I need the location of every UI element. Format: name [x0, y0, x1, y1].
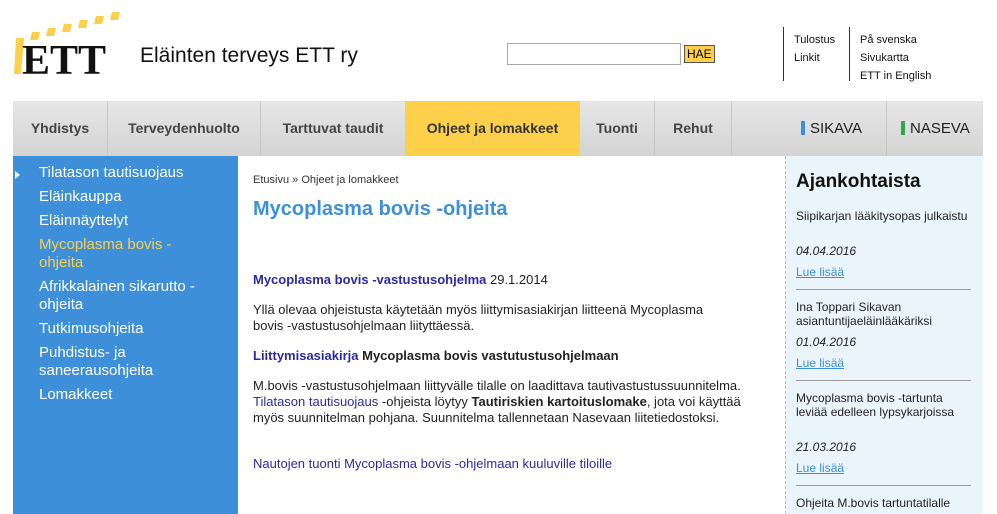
logo-text: ETT — [22, 38, 106, 78]
sidebar-item-tilatason-tautisuojaus[interactable]: Tilatason tautisuojaus — [39, 164, 229, 182]
breadcrumb-current[interactable]: Ohjeet ja lomakkeet — [301, 174, 398, 186]
agreement-text: Mycoplasma bovis vastutustusohjelmaan — [362, 348, 619, 363]
utility-links-right: På svenska Sivukartta ETT in English — [860, 31, 931, 85]
ett-logo[interactable]: ETT — [14, 12, 122, 84]
sidebar-item-tutkimusohjeita[interactable]: Tutkimusohjeita — [39, 320, 229, 338]
news-item-title[interactable]: Siipikarjan lääkitysopas julkaistu — [796, 209, 974, 223]
utility-links-left: Tulostus Linkit — [794, 31, 835, 67]
news-separator — [796, 485, 971, 486]
main-nav: Yhdistys Terveydenhuolto Tarttuvat taudi… — [13, 101, 983, 156]
nav-tarttuvat-taudit[interactable]: Tarttuvat taudit — [261, 101, 405, 156]
news-item-title[interactable]: Ina Toppari Sikavan asiantuntijaeläinlää… — [796, 300, 974, 328]
english-link[interactable]: ETT in English — [860, 67, 931, 85]
news-read-more-link[interactable]: Lue lisää — [796, 461, 844, 475]
naseva-label: NASEVA — [910, 120, 970, 137]
news-title: Ajankohtaista — [796, 171, 921, 192]
nav-tuonti[interactable]: Tuonti — [580, 101, 654, 156]
naseva-mark-icon — [901, 121, 905, 135]
current-section-arrow-icon — [15, 171, 20, 179]
breadcrumb-home[interactable]: Etusivu — [253, 174, 289, 186]
tilatason-tautisuojaus-link[interactable]: Tilatason tautisuojaus — [253, 394, 378, 409]
program-date: 29.1.2014 — [489, 272, 548, 287]
news-item-date: 21.03.2016 — [796, 440, 857, 454]
nav-ohjeet-ja-lomakkeet[interactable]: Ohjeet ja lomakkeet — [405, 101, 580, 156]
sidebar-item-lomakkeet[interactable]: Lomakkeet — [39, 386, 229, 404]
cattle-import-link[interactable]: Nautojen tuonti Mycoplasma bovis -ohjelm… — [253, 456, 612, 472]
intro-paragraph: Yllä olevaa ohjeistusta käytetään myös l… — [253, 302, 704, 333]
nav-terveydenhuolto[interactable]: Terveydenhuolto — [108, 101, 260, 156]
program-line: Mycoplasma bovis -vastustusohjelma 29.1.… — [253, 272, 548, 288]
plan-text-middle: -ohjeista löytyy — [381, 394, 468, 409]
swedish-link[interactable]: På svenska — [860, 31, 931, 49]
search-button[interactable]: HAE — [684, 45, 715, 63]
news-item-date: 01.04.2016 — [796, 335, 857, 349]
sikava-label: SIKAVA — [810, 120, 862, 137]
news-panel: Ajankohtaista Siipikarjan lääkitysopas j… — [785, 156, 983, 514]
sikava-mark-icon — [801, 121, 805, 135]
nav-divider — [886, 101, 887, 156]
page-title: Mycoplasma bovis -ohjeita — [253, 198, 508, 220]
news-item-title[interactable]: Mycoplasma bovis -tartunta leviää edelle… — [796, 391, 974, 419]
sidebar-item-elainnayttelyt[interactable]: Eläinnäyttelyt — [39, 212, 229, 230]
sidebar-item-elainkauppa[interactable]: Eläinkauppa — [39, 188, 229, 206]
sidebar-item-afrikkalainen-sikarutto[interactable]: Afrikkalainen sikarutto -ohjeita — [39, 278, 224, 314]
news-item-title[interactable]: Ohjeita M.bovis tartuntatilalle — [796, 496, 974, 510]
search-input[interactable] — [507, 43, 681, 65]
plan-text-before: M.bovis -vastustusohjelmaan liittyvälle … — [253, 378, 741, 393]
agreement-line: Liittymisasiakirja Mycoplasma bovis vast… — [253, 348, 619, 364]
print-link[interactable]: Tulostus — [794, 31, 835, 49]
program-link[interactable]: Mycoplasma bovis -vastustusohjelma — [253, 272, 486, 287]
risk-form-name: Tautiriskien kartoituslomake — [471, 394, 647, 409]
utility-divider — [783, 27, 784, 81]
news-separator — [796, 289, 971, 290]
utility-divider — [849, 27, 850, 81]
news-read-more-link[interactable]: Lue lisää — [796, 265, 844, 279]
nav-divider — [731, 101, 732, 156]
news-read-more-link[interactable]: Lue lisää — [796, 356, 844, 370]
plan-paragraph: M.bovis -vastustusohjelmaan liittyvälle … — [253, 378, 773, 426]
sitemap-link[interactable]: Sivukartta — [860, 49, 931, 67]
breadcrumb-separator: » — [292, 174, 299, 186]
sikava-link[interactable]: SIKAVA — [801, 101, 862, 156]
links-link[interactable]: Linkit — [794, 49, 835, 67]
breadcrumb: Etusivu » Ohjeet ja lomakkeet — [253, 174, 399, 186]
nav-rehut[interactable]: Rehut — [655, 101, 731, 156]
sidebar-item-mycoplasma-bovis[interactable]: Mycoplasma bovis -ohjeita — [39, 236, 204, 272]
nav-yhdistys[interactable]: Yhdistys — [13, 101, 107, 156]
ett-logo-graphic: ETT — [14, 12, 120, 84]
agreement-link[interactable]: Liittymisasiakirja — [253, 348, 359, 363]
site-title: Eläinten terveys ETT ry — [140, 44, 358, 67]
news-item-date: 04.04.2016 — [796, 244, 857, 258]
news-separator — [796, 380, 971, 381]
sidebar-item-puhdistus[interactable]: Puhdistus- ja saneerausohjeita — [39, 344, 189, 380]
naseva-link[interactable]: NASEVA — [901, 101, 970, 156]
